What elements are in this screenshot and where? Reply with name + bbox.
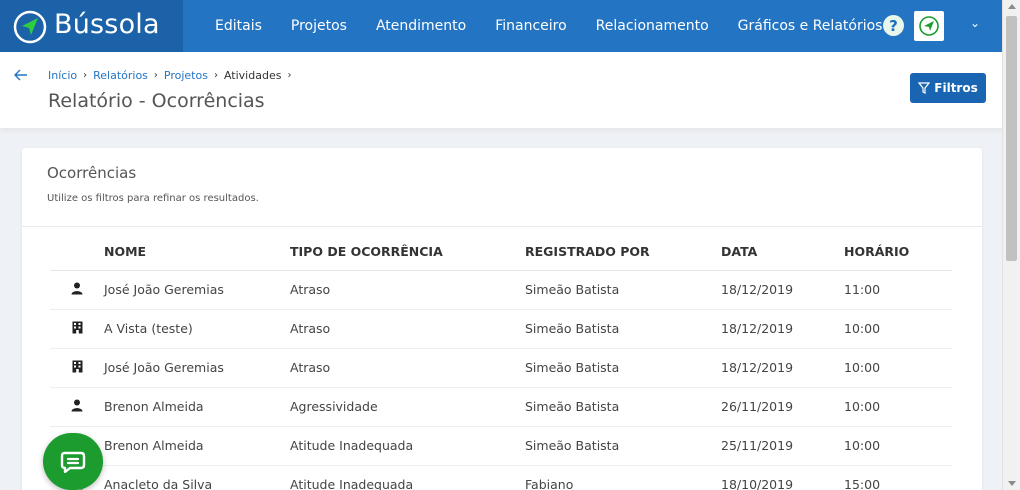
card-title: Ocorrências xyxy=(47,164,137,182)
header-tipo[interactable]: TIPO DE OCORRÊNCIA xyxy=(290,234,525,271)
cell-nome: Anacleto da Silva xyxy=(104,465,290,490)
table-row[interactable]: José João Geremias Atraso Simeão Batista… xyxy=(50,270,952,310)
cell-data: 18/12/2019 xyxy=(721,309,844,349)
table-row[interactable]: Anacleto da Silva Atitude Inadequada Fab… xyxy=(50,465,952,490)
cell-horario: 10:00 xyxy=(844,387,952,427)
nav-item-atendimento[interactable]: Atendimento xyxy=(376,18,466,34)
occurrences-table: NOME TIPO DE OCORRÊNCIA REGISTRADO POR D… xyxy=(50,234,952,490)
cell-tipo: Atraso xyxy=(290,348,525,388)
table-row[interactable]: Brenon Almeida Agressividade Simeão Bati… xyxy=(50,387,952,427)
cell-horario: 10:00 xyxy=(844,348,952,388)
cell-tipo: Atraso xyxy=(290,270,525,310)
card-subtitle: Utilize os filtros para refinar os resul… xyxy=(47,193,259,204)
cell-registrado: Simeão Batista xyxy=(525,309,721,349)
cell-tipo: Atraso xyxy=(290,309,525,349)
cell-data: 25/11/2019 xyxy=(721,426,844,466)
table-header-row: NOME TIPO DE OCORRÊNCIA REGISTRADO POR D… xyxy=(50,234,952,271)
brand-name: Bússola xyxy=(54,9,160,40)
cell-horario: 10:00 xyxy=(844,309,952,349)
cell-registrado: Fabiano xyxy=(525,465,721,490)
scroll-down-arrow-icon[interactable] xyxy=(1008,481,1016,486)
scrollbar-thumb[interactable] xyxy=(1006,16,1017,261)
help-icon[interactable]: ? xyxy=(883,15,904,36)
scroll-up-arrow-icon[interactable] xyxy=(1008,4,1016,9)
nav-item-projetos[interactable]: Projetos xyxy=(291,18,347,34)
table-row[interactable]: A Vista (teste) Atraso Simeão Batista 18… xyxy=(50,309,952,349)
page-title: Relatório - Ocorrências xyxy=(48,90,265,112)
cell-registrado: Simeão Batista xyxy=(525,426,721,466)
cell-nome: A Vista (teste) xyxy=(104,309,290,349)
nav-item-graficos-relatorios[interactable]: Gráficos e Relatórios xyxy=(738,18,883,34)
cell-nome: José João Geremias xyxy=(104,348,290,388)
cell-horario: 10:00 xyxy=(844,426,952,466)
person-icon xyxy=(50,387,104,427)
cell-data: 18/12/2019 xyxy=(721,270,844,310)
divider xyxy=(22,226,982,227)
brand[interactable]: Bússola xyxy=(0,0,183,52)
occurrences-card: Ocorrências Utilize os filtros para refi… xyxy=(22,148,982,490)
nav-item-editais[interactable]: Editais xyxy=(215,18,262,34)
cell-registrado: Simeão Batista xyxy=(525,348,721,388)
table-row[interactable]: Brenon Almeida Atitude Inadequada Simeão… xyxy=(50,426,952,466)
user-avatar[interactable] xyxy=(914,11,944,41)
cell-nome: Brenon Almeida xyxy=(104,387,290,427)
nav-item-financeiro[interactable]: Financeiro xyxy=(495,18,566,34)
person-icon xyxy=(50,270,104,310)
cell-data: 26/11/2019 xyxy=(721,387,844,427)
cell-nome: Brenon Almeida xyxy=(104,426,290,466)
cell-tipo: Agressividade xyxy=(290,387,525,427)
cell-tipo: Atitude Inadequada xyxy=(290,426,525,466)
breadcrumb-inicio[interactable]: Início xyxy=(48,69,77,82)
cell-registrado: Simeão Batista xyxy=(525,387,721,427)
cell-nome: José João Geremias xyxy=(104,270,290,310)
chevron-right-icon: › xyxy=(287,70,292,81)
header-nome[interactable]: NOME xyxy=(104,234,290,271)
vertical-scrollbar[interactable] xyxy=(1002,0,1020,490)
main-nav: Editais Projetos Atendimento Financeiro … xyxy=(215,0,911,52)
chevron-right-icon: › xyxy=(153,70,158,81)
chevron-right-icon: › xyxy=(213,70,218,81)
header-registrado[interactable]: REGISTRADO POR xyxy=(525,234,721,271)
chat-button[interactable] xyxy=(43,433,103,490)
compass-logo-icon xyxy=(13,10,47,44)
chat-bubble-icon xyxy=(60,451,86,473)
top-navbar: Bússola Editais Projetos Atendimento Fin… xyxy=(0,0,1002,52)
breadcrumb-atividades: Atividades xyxy=(223,69,282,82)
nav-item-relacionamento[interactable]: Relacionamento xyxy=(596,18,709,34)
filter-button[interactable]: Filtros xyxy=(910,73,986,103)
filter-button-label: Filtros xyxy=(934,81,978,95)
cell-tipo: Atitude Inadequada xyxy=(290,465,525,490)
cell-data: 18/12/2019 xyxy=(721,348,844,388)
page-header: Início › Relatórios › Projetos › Ativida… xyxy=(0,52,1002,128)
cell-registrado: Simeão Batista xyxy=(525,270,721,310)
table-row[interactable]: José João Geremias Atraso Simeão Batista… xyxy=(50,348,952,388)
cell-horario: 15:00 xyxy=(844,465,952,490)
cell-data: 18/10/2019 xyxy=(721,465,844,490)
compass-avatar-icon xyxy=(919,16,939,36)
building-icon xyxy=(50,348,104,388)
breadcrumb: Início › Relatórios › Projetos › Ativida… xyxy=(48,69,297,82)
header-icon-col xyxy=(50,234,104,271)
breadcrumb-relatorios[interactable]: Relatórios xyxy=(93,69,148,82)
filter-icon xyxy=(918,82,931,94)
chevron-right-icon: › xyxy=(83,70,88,81)
chevron-down-icon[interactable]: ⌄ xyxy=(970,16,980,30)
breadcrumb-projetos[interactable]: Projetos xyxy=(164,69,208,82)
cell-horario: 11:00 xyxy=(844,270,952,310)
header-data[interactable]: DATA xyxy=(721,234,844,271)
back-arrow-icon[interactable] xyxy=(14,66,28,85)
header-horario[interactable]: HORÁRIO xyxy=(844,234,952,271)
building-icon xyxy=(50,309,104,349)
